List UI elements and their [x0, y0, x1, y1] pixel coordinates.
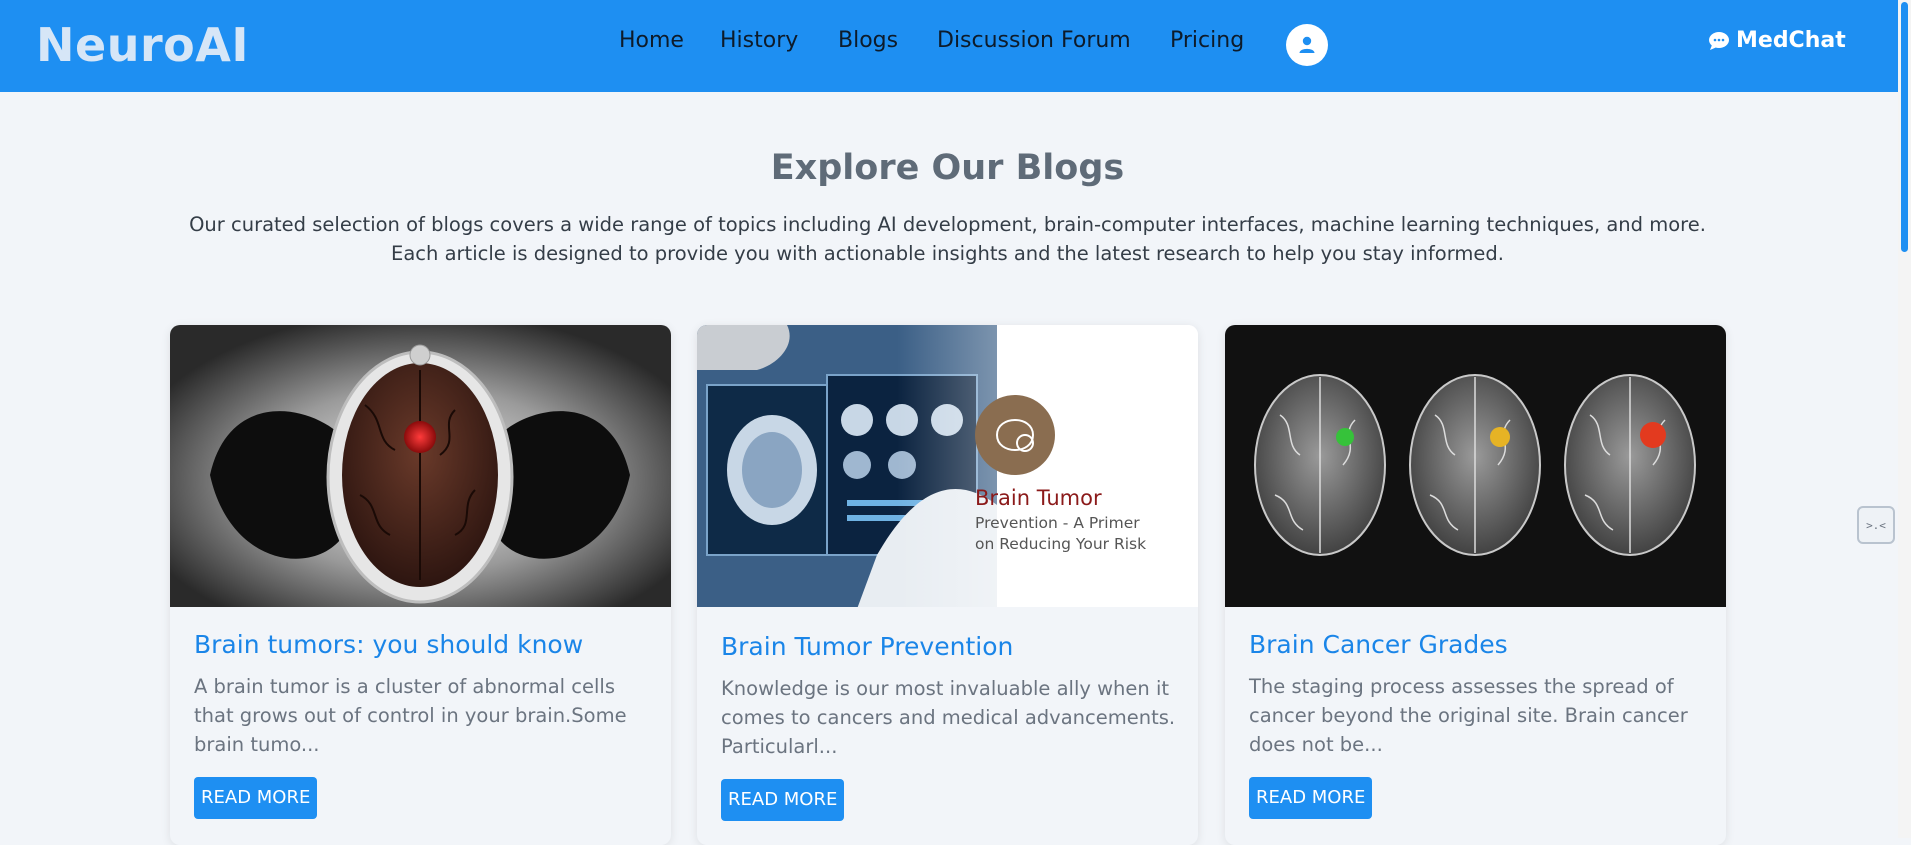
- read-more-button[interactable]: READ MORE: [1249, 777, 1373, 819]
- blog-card-title[interactable]: Brain Tumor Prevention: [721, 632, 1013, 661]
- blog-card-title[interactable]: Brain tumors: you should know: [194, 630, 583, 659]
- user-icon: [1299, 36, 1315, 53]
- chat-bubble-icon: [1709, 31, 1729, 50]
- page-intro: Our curated selection of blogs covers a …: [189, 213, 1706, 265]
- code-widget-icon[interactable]: >.<: [1857, 506, 1895, 544]
- three-brains-illustration: [1225, 325, 1726, 607]
- blog-card-excerpt: Knowledge is our most invaluable ally wh…: [721, 677, 1176, 758]
- brand-logo[interactable]: NeuroAI: [36, 18, 249, 72]
- nav-link-discussion-forum[interactable]: Discussion Forum: [937, 28, 1131, 53]
- image-subline-2: on Reducing Your Risk: [975, 535, 1146, 553]
- blog-card-excerpt: A brain tumor is a cluster of abnormal c…: [194, 675, 627, 756]
- read-more-button[interactable]: READ MORE: [721, 779, 845, 821]
- nav-link-history[interactable]: History: [720, 28, 798, 53]
- brain-scan-illustration: [170, 325, 671, 607]
- blog-card-image-cancer-grades: [1225, 325, 1726, 607]
- side-widget-glyph: >.<: [1866, 518, 1886, 532]
- page-title: Explore Our Blogs: [770, 148, 1125, 188]
- nav-link-pricing[interactable]: Pricing: [1170, 28, 1244, 53]
- blog-card-title[interactable]: Brain Cancer Grades: [1249, 630, 1508, 659]
- image-heading: Brain Tumor: [975, 486, 1102, 510]
- image-subline-1: Prevention - A Primer: [975, 514, 1140, 532]
- profile-avatar-button[interactable]: [1286, 24, 1328, 66]
- blog-card: Brain Tumor Prevention - A Primer on Red…: [697, 325, 1198, 845]
- medchat-label: MedChat: [1736, 28, 1846, 53]
- nav-link-home[interactable]: Home: [619, 28, 684, 53]
- blog-card: Brain tumors: you should know A brain tu…: [170, 325, 671, 845]
- blog-card-excerpt: The staging process assesses the spread …: [1249, 675, 1688, 756]
- blog-card-image-brain-scan: [170, 325, 671, 607]
- blog-card: Brain Cancer Grades The staging process …: [1225, 325, 1726, 845]
- medchat-button[interactable]: MedChat: [1708, 28, 1846, 53]
- page-scrollbar[interactable]: [1898, 0, 1911, 838]
- blog-card-image-prevention: Brain Tumor Prevention - A Primer on Red…: [697, 325, 1198, 607]
- nav-link-blogs[interactable]: Blogs: [838, 28, 898, 53]
- scrollbar-thumb[interactable]: [1901, 2, 1908, 252]
- top-navbar: NeuroAI Home History Blogs Discussion Fo…: [0, 0, 1898, 92]
- doctor-monitor-illustration: Brain Tumor Prevention - A Primer on Red…: [697, 325, 1198, 607]
- read-more-button[interactable]: READ MORE: [194, 777, 318, 819]
